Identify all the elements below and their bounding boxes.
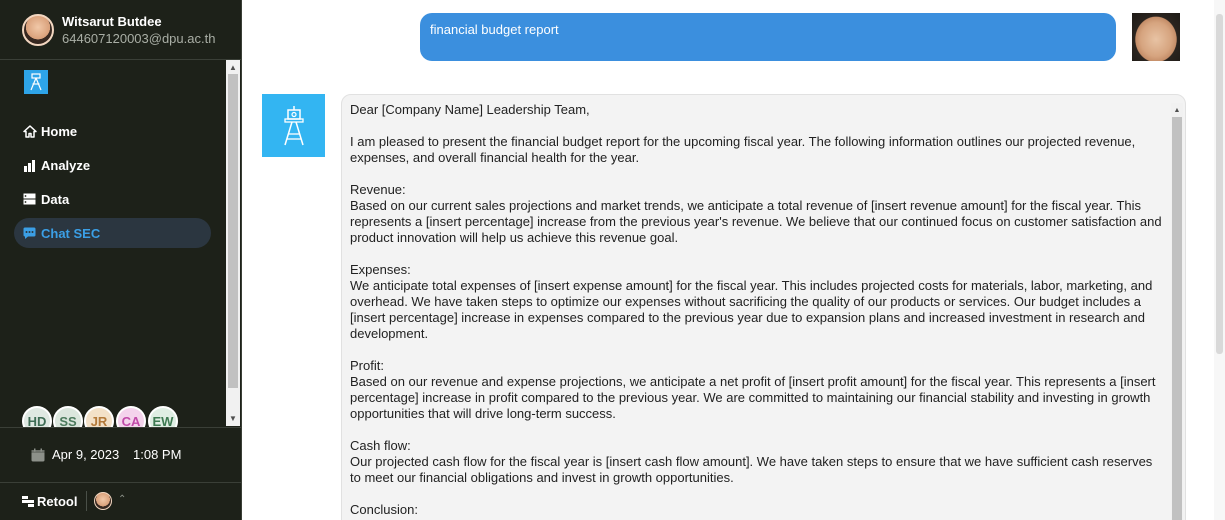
- chevron-up-icon[interactable]: ⌃: [118, 494, 126, 505]
- nav-label-analyze: Analyze: [41, 157, 91, 173]
- calendar-icon: [31, 448, 45, 462]
- bot-message-text: Dear [Company Name] Leadership Team, I a…: [350, 102, 1162, 517]
- message-scroll-up-icon[interactable]: ▲: [1171, 103, 1183, 117]
- nav-item-home[interactable]: Home: [14, 116, 211, 146]
- bot-avatar-icon: [262, 94, 325, 157]
- nav-item-chat-sec[interactable]: Chat SEC: [14, 218, 211, 248]
- retool-brand[interactable]: Retool: [22, 494, 77, 509]
- user-message-text: financial budget report: [430, 22, 559, 37]
- scroll-down-icon[interactable]: ▼: [226, 411, 240, 425]
- sidebar-scroll-thumb[interactable]: [228, 74, 238, 388]
- avatar-jr[interactable]: JR: [84, 406, 114, 428]
- nav-label-home: Home: [41, 123, 78, 139]
- sidebar: Witsarut Butdee 644607120003@dpu.ac.th H…: [0, 0, 242, 520]
- footer-divider: [86, 491, 87, 511]
- nav-label-data: Data: [41, 191, 70, 207]
- scroll-up-icon[interactable]: ▲: [226, 60, 240, 74]
- user-avatar: [22, 14, 54, 46]
- retool-label: Retool: [37, 494, 78, 509]
- database-icon: [22, 192, 37, 207]
- user-name: Witsarut Butdee: [62, 14, 162, 29]
- collaborator-avatars: HD SS JR CA EW: [22, 406, 222, 428]
- retool-logo-icon: [22, 496, 34, 507]
- current-date: Apr 9, 2023: [52, 447, 120, 462]
- chat-area: financial budget report Dear [Company Na…: [242, 0, 1225, 520]
- app-logo-icon[interactable]: [24, 70, 48, 94]
- user-message-bubble: financial budget report: [420, 13, 1116, 61]
- app-window: Witsarut Butdee 644607120003@dpu.ac.th H…: [0, 0, 1225, 520]
- sidebar-footer: Retool ⌃: [0, 483, 242, 520]
- chat-icon: [22, 226, 37, 241]
- user-email: 644607120003@dpu.ac.th: [62, 31, 216, 46]
- avatar-ew[interactable]: EW: [148, 406, 178, 428]
- nav-item-analyze[interactable]: Analyze: [14, 150, 211, 180]
- bar-chart-icon: [22, 158, 37, 173]
- bot-message-card: Dear [Company Name] Leadership Team, I a…: [341, 94, 1186, 520]
- avatar-ss[interactable]: SS: [53, 406, 83, 428]
- user-message-avatar: [1132, 13, 1180, 61]
- message-scroll-thumb[interactable]: [1172, 117, 1182, 520]
- date-time-display: Apr 9, 2023 1:08 PM: [0, 427, 242, 483]
- page-scroll-thumb[interactable]: [1216, 14, 1223, 354]
- user-profile: Witsarut Butdee 644607120003@dpu.ac.th: [0, 0, 242, 60]
- avatar-ca[interactable]: CA: [116, 406, 146, 428]
- avatar-hd[interactable]: HD: [22, 406, 52, 428]
- nav-label-chat-sec: Chat SEC: [41, 225, 101, 241]
- home-icon: [22, 124, 37, 139]
- current-time: 1:08 PM: [133, 447, 182, 462]
- nav-item-data[interactable]: Data: [14, 184, 211, 214]
- account-avatar[interactable]: [94, 492, 112, 510]
